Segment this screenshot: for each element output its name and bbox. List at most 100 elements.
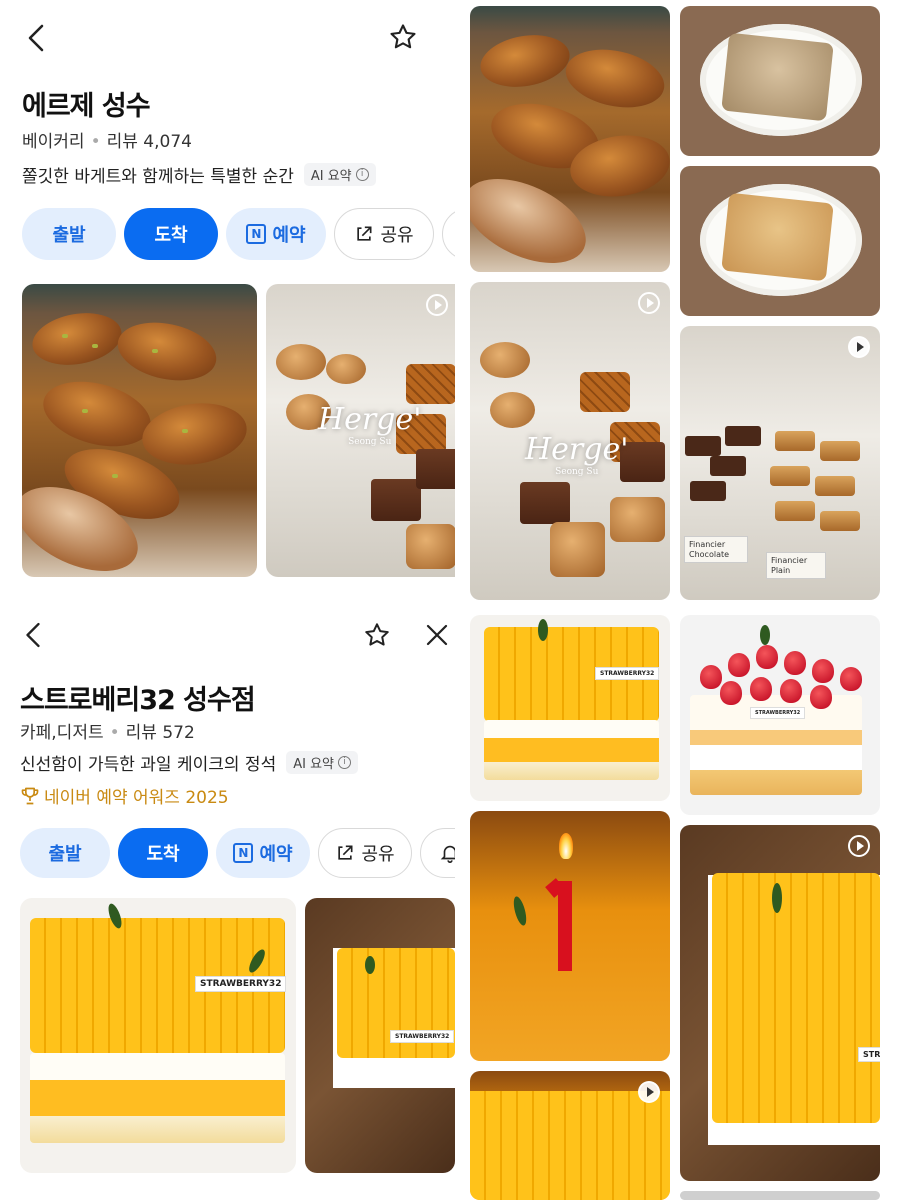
croissant (36, 370, 158, 458)
mango-slices (470, 1091, 670, 1200)
bun (490, 392, 535, 428)
reserve-button[interactable]: N 예약 (226, 208, 326, 260)
plain-financier (815, 476, 855, 496)
croissant (560, 41, 670, 116)
photo-croissants[interactable] (22, 284, 257, 577)
action-bar: 출발 도착 N 예약 공유 (20, 828, 455, 878)
bell-icon (440, 845, 455, 863)
strawberry (700, 665, 722, 689)
watermark-text: Herge' (525, 432, 629, 467)
strawberry (756, 645, 778, 669)
herb-leaf (511, 895, 529, 927)
herge-watermark: Herge' Seong Su (318, 402, 421, 447)
place-card-herge: 에르제 성수 베이커리 • 리뷰 4,074 쫄깃한 바게트와 함께하는 특별한 순… (0, 0, 455, 600)
herb-leaf (365, 956, 375, 974)
herb-leaf (538, 619, 548, 641)
brand-tag: STRAWBERRY32 (390, 1030, 455, 1043)
reserve-button[interactable]: N 예약 (216, 828, 310, 878)
reserve-label: 예약 (272, 225, 306, 246)
photo-mango-cake-wood[interactable]: STRAWBERRY32 (305, 898, 455, 1173)
cake-body (484, 720, 659, 780)
video-play-icon (638, 1081, 660, 1103)
gallery-focaccia-plate[interactable] (680, 6, 880, 156)
close-icon (426, 624, 448, 646)
chevron-left-icon (26, 622, 40, 648)
review-count-link[interactable]: 리뷰 572 (126, 723, 195, 743)
share-icon (357, 226, 372, 241)
chocolate-financier (685, 436, 721, 456)
video-play-icon (426, 294, 448, 316)
herb-leaf (772, 883, 782, 913)
video-play-icon (638, 292, 660, 314)
strawberry (810, 685, 832, 709)
depart-button[interactable]: 출발 (20, 828, 110, 878)
gallery-mango-cake[interactable]: STRAWBERRY32 (470, 615, 670, 801)
ai-summary-badge[interactable]: AI 요약 i (303, 163, 376, 186)
gallery-mango-cake-slice-video[interactable] (470, 1071, 670, 1200)
arrive-button[interactable]: 도착 (118, 828, 208, 878)
more-action-button[interactable] (442, 208, 455, 260)
close-button[interactable] (420, 618, 454, 652)
photo-pastry-shelf-video[interactable]: Herge' Seong Su (266, 284, 455, 577)
strawberry (812, 659, 834, 683)
strawberry (750, 677, 772, 701)
place-title: 스트로베리32 성수점 (20, 685, 256, 716)
review-count-link[interactable]: 리뷰 4,074 (107, 132, 192, 152)
separator-dot: • (109, 723, 120, 743)
gallery-next-photo[interactable] (680, 1191, 880, 1200)
pistachio (82, 409, 88, 413)
chevron-left-icon (28, 24, 44, 52)
gallery-strawberry-cake[interactable]: STRAWBERRY32 (680, 615, 880, 815)
share-label: 공유 (380, 225, 414, 246)
croissant (28, 306, 126, 372)
place-category: 베이커리 (22, 132, 85, 152)
back-button[interactable] (18, 620, 48, 650)
naver-calendar-icon: N (246, 224, 267, 244)
ai-summary-label: AI 요약 (310, 169, 352, 184)
plain-financier (775, 431, 815, 451)
ai-summary-badge[interactable]: AI 요약 i (286, 751, 358, 774)
gallery-focaccia-plate-2[interactable] (680, 166, 880, 316)
reserve-label: 예약 (259, 844, 293, 865)
back-button[interactable] (18, 20, 54, 56)
notify-button[interactable] (420, 828, 455, 878)
photo-strip: Herge' Seong Su (22, 284, 455, 577)
naver-calendar-icon: N (233, 843, 254, 863)
share-icon (338, 845, 353, 860)
bun (406, 524, 455, 569)
herge-watermark: Herge' Seong Su (525, 432, 628, 477)
price-tag-plain: Financier Plain (766, 552, 826, 580)
description-text: 신선함이 가득한 과일 케이크의 정석 (20, 755, 277, 775)
place-description: 쫄깃한 바게트와 함께하는 특별한 순간 AI 요약 i (22, 162, 376, 187)
ai-summary-label: AI 요약 (293, 757, 334, 772)
chocolate-financier (710, 456, 746, 476)
depart-button[interactable]: 출발 (22, 208, 116, 260)
candle-number-one (558, 881, 572, 971)
gallery-pastry-shelf-video[interactable]: Herge' Seong Su (470, 282, 670, 600)
candle-flame (559, 833, 573, 859)
waffle (406, 364, 455, 404)
share-label: 공유 (361, 844, 395, 865)
watermark-text: Herge' (318, 402, 422, 437)
gallery-mango-cake-video[interactable]: STRAWBERRY32 (680, 825, 880, 1181)
share-button[interactable]: 공유 (334, 208, 434, 260)
price-tag-chocolate: Financier Chocolate (684, 536, 748, 564)
gallery-financier-video[interactable]: Financier Chocolate Financier Plain (680, 326, 880, 600)
brand-tag: STRAWBERRY32 (750, 707, 806, 719)
arrive-button[interactable]: 도착 (124, 208, 218, 260)
favorite-button[interactable] (360, 618, 394, 652)
gallery-croissants[interactable] (470, 6, 670, 272)
gallery-birthday-cake[interactable] (470, 811, 670, 1061)
chocolate-financier (725, 426, 761, 446)
description-text: 쫄깃한 바게트와 함께하는 특별한 순간 (22, 167, 294, 187)
award-badge[interactable]: 네이버 예약 어워즈 2025 (20, 783, 229, 808)
strawberry (784, 651, 806, 675)
pistachio (92, 344, 98, 348)
pistachio (62, 334, 68, 338)
place-title: 에르제 성수 (22, 91, 151, 122)
pistachio (112, 474, 118, 478)
place-category: 카페,디저트 (20, 723, 104, 743)
photo-mango-cake[interactable]: STRAWBERRY32 (20, 898, 296, 1173)
favorite-button[interactable] (384, 18, 422, 56)
share-button[interactable]: 공유 (318, 828, 412, 878)
